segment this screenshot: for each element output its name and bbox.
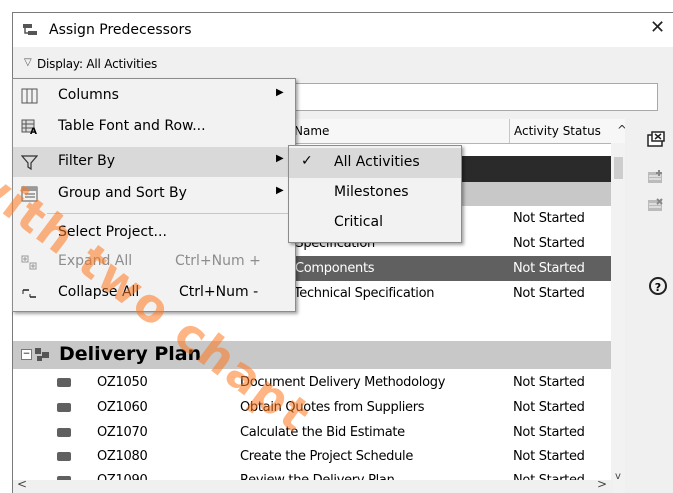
- activity-name: Obtain Quotes from Suppliers: [240, 400, 425, 415]
- horizontal-scrollbar[interactable]: < >: [13, 477, 613, 493]
- filter-by-submenu: ✓ All Activities Milestones Critical: [288, 145, 462, 243]
- filter-icon: [21, 155, 38, 170]
- menu-item-label: Columns: [58, 87, 119, 103]
- submenu-item-label: Critical: [334, 214, 383, 230]
- activity-status: Not Started: [513, 286, 585, 301]
- activity-status: Not Started: [513, 449, 585, 464]
- submenu-item-label: All Activities: [334, 154, 420, 170]
- activity-status: Not Started: [513, 375, 585, 390]
- menu-item-group-sort[interactable]: Group and Sort By ▶: [13, 179, 295, 209]
- menu-item-filter-by[interactable]: Filter By ▶: [13, 147, 295, 177]
- display-label[interactable]: Display: All Activities: [37, 57, 157, 71]
- activity-bar-icon: [57, 403, 71, 412]
- menu-item-table-font[interactable]: A Table Font and Row...: [13, 112, 295, 142]
- activity-bar-icon: [57, 428, 71, 437]
- activity-bar-icon: [57, 378, 71, 387]
- submenu-item-all-activities[interactable]: ✓ All Activities: [289, 148, 461, 178]
- activity-status: Not Started: [513, 211, 585, 226]
- submenu-arrow-icon: ▶: [276, 87, 284, 98]
- submenu-item-milestones[interactable]: Milestones: [289, 178, 461, 208]
- help-icon[interactable]: ?: [649, 277, 667, 295]
- submenu-arrow-icon: ▶: [276, 185, 284, 196]
- menu-item-shortcut: Ctrl+Num +: [175, 253, 261, 269]
- display-options-bar[interactable]: ▽ Display: All Activities: [13, 55, 673, 75]
- activity-status: Not Started: [513, 400, 585, 415]
- display-dropdown-arrow-icon[interactable]: ▽: [24, 57, 32, 68]
- activity-id: OZ1080: [97, 449, 148, 464]
- title-bar: Assign Predecessors ✕: [13, 13, 673, 47]
- assign-selected-icon[interactable]: [647, 197, 665, 213]
- activity-bar-icon: [57, 452, 71, 461]
- menu-item-label: Expand All: [58, 253, 133, 269]
- table-font-icon: A: [21, 119, 37, 135]
- columns-icon: [21, 88, 38, 104]
- menu-item-label: Collapse All: [58, 284, 140, 300]
- collapse-toggle[interactable]: −: [21, 349, 32, 360]
- activity-name: Create the Project Schedule: [240, 449, 414, 464]
- svg-text:A: A: [30, 127, 37, 135]
- table-row[interactable]: OZ1050 Document Delivery Methodology Not…: [13, 370, 613, 395]
- vertical-scroll-thumb[interactable]: [614, 157, 623, 179]
- add-predecessor-icon[interactable]: [647, 169, 665, 185]
- scroll-right-arrow-icon[interactable]: >: [597, 477, 607, 491]
- activity-name: Calculate the Bid Estimate: [240, 425, 405, 440]
- menu-item-collapse-all[interactable]: Collapse All Ctrl+Num -: [13, 278, 295, 308]
- scroll-up-arrow-icon[interactable]: ^: [617, 123, 625, 137]
- menu-item-label: Select Project...: [58, 224, 167, 240]
- wbs-icon: [35, 348, 49, 361]
- activity-status: Not Started: [513, 425, 585, 440]
- checkmark-icon: ✓: [301, 153, 313, 169]
- wbs-row-delivery-plan[interactable]: − Delivery Plan: [13, 341, 613, 369]
- collapse-icon: [22, 289, 36, 298]
- activity-id: OZ1050: [97, 375, 148, 390]
- scroll-down-arrow-icon[interactable]: v: [615, 471, 621, 482]
- menu-item-shortcut: Ctrl+Num -: [179, 284, 259, 300]
- table-row[interactable]: OZ1070 Calculate the Bid Estimate Not St…: [13, 420, 613, 445]
- column-header-activity-name[interactable]: Name: [289, 119, 511, 143]
- activity-id: OZ1060: [97, 400, 148, 415]
- dialog-title: Assign Predecessors: [49, 22, 192, 38]
- scroll-left-arrow-icon[interactable]: <: [17, 477, 27, 491]
- menu-item-label: Group and Sort By: [58, 185, 187, 201]
- submenu-item-critical[interactable]: Critical: [289, 208, 461, 238]
- remove-predecessor-icon[interactable]: [647, 131, 665, 147]
- search-filter-input[interactable]: [289, 83, 658, 111]
- menu-item-columns[interactable]: Columns ▶: [13, 81, 295, 111]
- menu-item-label: Filter By: [58, 153, 116, 169]
- submenu-arrow-icon: ▶: [276, 153, 284, 164]
- table-row[interactable]: OZ1080 Create the Project Schedule Not S…: [13, 444, 613, 469]
- activity-name: Document Delivery Methodology: [240, 375, 446, 390]
- table-row[interactable]: OZ1060 Obtain Quotes from Suppliers Not …: [13, 395, 613, 420]
- column-header-activity-status[interactable]: Activity Status: [509, 119, 613, 143]
- context-menu: Columns ▶ A Table Font and Row... Filter…: [12, 78, 296, 312]
- wbs-name: Delivery Plan: [59, 343, 202, 365]
- group-sort-icon: [21, 186, 38, 202]
- assign-predecessors-icon: [23, 24, 37, 35]
- expand-icon: [21, 255, 37, 270]
- activity-status: Not Started: [513, 261, 585, 276]
- submenu-item-label: Milestones: [334, 184, 409, 200]
- vertical-scrollbar[interactable]: [611, 143, 625, 493]
- menu-item-label: Table Font and Row...: [58, 118, 206, 134]
- close-button[interactable]: ✕: [650, 17, 665, 38]
- menu-separator: [47, 213, 291, 214]
- activity-id: OZ1070: [97, 425, 148, 440]
- activity-status: Not Started: [513, 236, 585, 251]
- menu-item-expand-all[interactable]: Expand All Ctrl+Num +: [13, 247, 295, 277]
- menu-item-select-project[interactable]: Select Project...: [13, 218, 295, 248]
